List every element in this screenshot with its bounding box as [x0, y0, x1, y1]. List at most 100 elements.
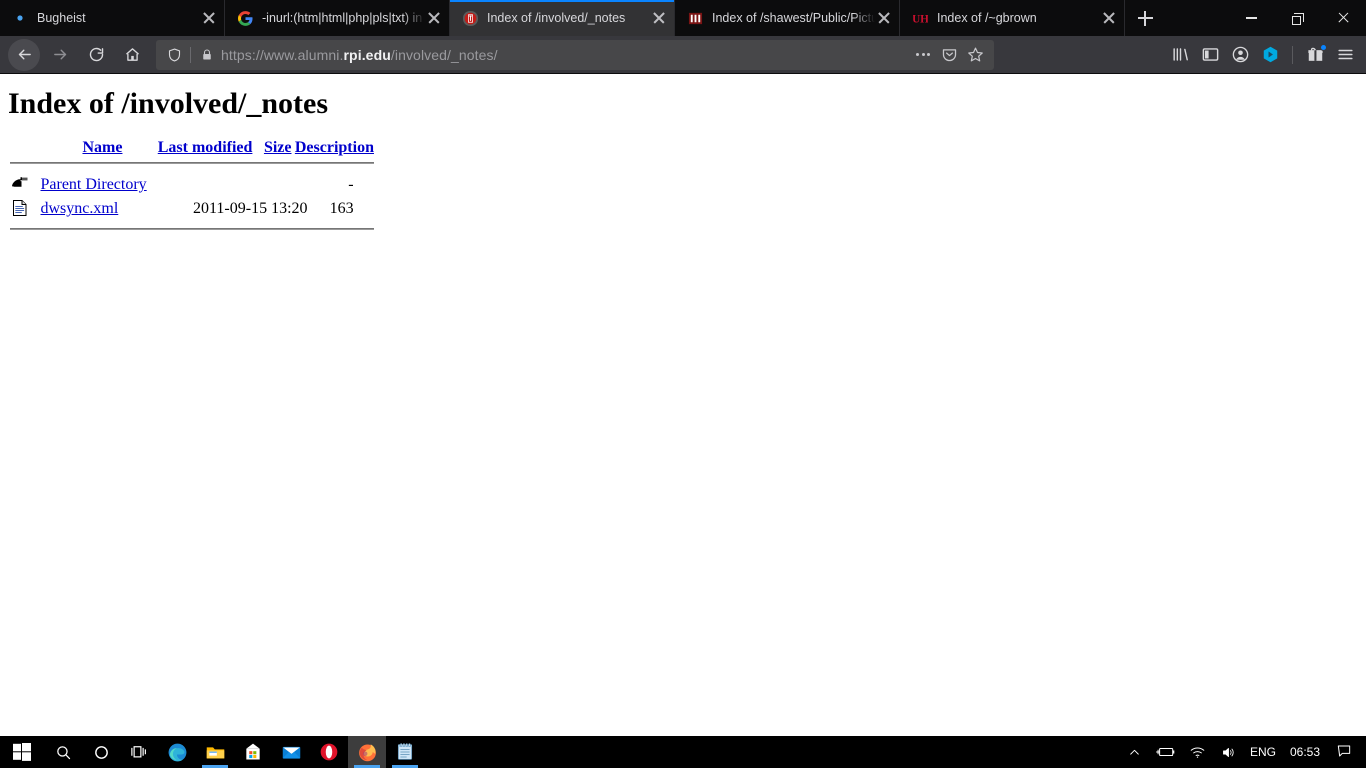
tab-list: Bugheist -inurl:(htm|html|php|pls|txt) i…: [0, 0, 1125, 36]
tab-index-of-involved-notes[interactable]: Index of /involved/_notes: [450, 0, 675, 36]
firefox-window: Bugheist -inurl:(htm|html|php|pls|txt) i…: [0, 0, 1366, 736]
home-icon[interactable]: [116, 39, 148, 71]
tab-index-of-shawest[interactable]: Index of /shawest/Public/Pictu: [675, 0, 900, 36]
tab-close-button[interactable]: [1100, 9, 1118, 27]
screen: Bugheist -inurl:(htm|html|php|pls|txt) i…: [0, 0, 1366, 768]
firefox-button[interactable]: [348, 736, 386, 768]
pocket-icon[interactable]: [936, 42, 962, 68]
tab-close-button[interactable]: [200, 9, 218, 27]
close-icon[interactable]: [1320, 0, 1366, 36]
parent-directory-icon: [10, 173, 41, 197]
account-icon[interactable]: [1225, 40, 1255, 70]
header-description: Description: [295, 139, 374, 159]
toolbar-divider: [1292, 45, 1293, 64]
text-file-icon: [10, 197, 41, 221]
header-divider: [10, 162, 374, 164]
sort-by-name-link[interactable]: Name: [82, 139, 122, 156]
minimize-icon[interactable]: [1228, 0, 1274, 36]
row-modified-cell: 2011-09-15 13:20: [193, 200, 308, 217]
gift-icon[interactable]: [1300, 40, 1330, 70]
tab-title: Index of /shawest/Public/Pictu: [712, 11, 875, 25]
notification-icon[interactable]: [1328, 743, 1362, 762]
library-icon[interactable]: [1165, 40, 1195, 70]
tracking-protection-shield-icon[interactable]: [164, 47, 184, 63]
bars-icon: [687, 10, 703, 26]
page-title: Index of /involved/_notes: [8, 87, 329, 120]
uh-icon: UH: [912, 10, 928, 26]
url-host: rpi.edu: [343, 46, 391, 63]
edge-button[interactable]: [158, 736, 196, 768]
forward-arrow-icon[interactable]: [44, 39, 76, 71]
header-last-modified: Last modified: [150, 139, 261, 159]
extension-hexagon-icon[interactable]: [1255, 40, 1285, 70]
svg-text:UH: UH: [913, 13, 928, 25]
cortana-button[interactable]: [82, 736, 120, 768]
row-size-cell: -: [348, 176, 354, 193]
opera-button[interactable]: [310, 736, 348, 768]
url-path: /involved/_notes/: [390, 46, 498, 63]
tab-index-of-gbrown[interactable]: UH Index of /~gbrown: [900, 0, 1125, 36]
directory-rows: Parent Directory - dwsync.xml 2011-09-15…: [10, 173, 374, 221]
hamburger-menu-icon[interactable]: [1330, 40, 1360, 70]
sidebar-icon[interactable]: [1195, 40, 1225, 70]
battery-charging-icon[interactable]: [1148, 736, 1182, 768]
star-icon[interactable]: [962, 42, 988, 68]
tab-title: -inurl:(htm|html|php|pls|txt) in: [262, 11, 423, 25]
padlock-icon: [199, 48, 215, 62]
notepad-button[interactable]: [386, 736, 424, 768]
row-size-cell: 163: [329, 200, 354, 217]
clock[interactable]: 06:53: [1282, 745, 1328, 759]
row-description-cell: [354, 197, 374, 221]
parent-directory-link[interactable]: Parent Directory: [41, 176, 147, 193]
sort-by-size-link[interactable]: Size: [264, 139, 292, 156]
tab-title: Index of /involved/_notes: [487, 11, 626, 25]
back-arrow-icon[interactable]: [8, 38, 40, 71]
file-link-dwsync-xml[interactable]: dwsync.xml: [41, 200, 119, 217]
microsoft-store-button[interactable]: [234, 736, 272, 768]
sort-by-modified-link[interactable]: Last modified: [158, 139, 253, 156]
wifi-icon[interactable]: [1182, 736, 1213, 768]
url-text[interactable]: https://www.alumni.rpi.edu/involved/_not…: [221, 47, 910, 63]
tab-close-button[interactable]: [875, 9, 893, 27]
ellipsis-icon[interactable]: [910, 42, 936, 68]
tab-strip: Bugheist -inurl:(htm|html|php|pls|txt) i…: [0, 0, 1366, 36]
start-button[interactable]: [0, 736, 44, 768]
restore-icon[interactable]: [1274, 0, 1320, 36]
file-explorer-button[interactable]: [196, 736, 234, 768]
search-button[interactable]: [44, 736, 82, 768]
task-view-button[interactable]: [120, 736, 158, 768]
row-description-cell: [354, 173, 374, 197]
google-icon: [237, 10, 253, 26]
table-header-row: Name Last modified Size Description: [10, 139, 374, 159]
tab-title: Index of /~gbrown: [937, 11, 1037, 25]
directory-listing: Name Last modified Size Description: [10, 139, 374, 159]
url-prefix: https://www.alumni.: [221, 46, 344, 63]
mail-button[interactable]: [272, 736, 310, 768]
chevron-up-icon[interactable]: [1121, 736, 1148, 768]
language-indicator[interactable]: ENG: [1244, 745, 1282, 759]
system-tray: ENG 06:53: [1121, 736, 1366, 768]
windows-taskbar: ENG 06:53: [0, 736, 1366, 768]
row-modified-cell: [193, 173, 315, 197]
header-icon-spacer: [10, 139, 29, 159]
reload-icon[interactable]: [80, 39, 112, 71]
tab-title: Bugheist: [37, 11, 86, 25]
window-controls: [1228, 0, 1366, 36]
new-tab-button[interactable]: [1125, 0, 1165, 36]
tab-google-search[interactable]: -inurl:(htm|html|php|pls|txt) in: [225, 0, 450, 36]
toolbar-right-buttons: [1165, 40, 1360, 70]
tab-bugheist[interactable]: Bugheist: [0, 0, 225, 36]
speaker-icon[interactable]: [1213, 736, 1244, 768]
footer-divider: [10, 228, 374, 230]
row-name-cell: Parent Directory: [41, 173, 194, 197]
tab-close-button[interactable]: [650, 9, 668, 27]
address-bar[interactable]: https://www.alumni.rpi.edu/involved/_not…: [156, 39, 994, 70]
page-content: Index of /involved/_notes Name Last modi…: [0, 75, 1366, 736]
rpi-seal-icon: [462, 10, 478, 26]
tab-close-button[interactable]: [425, 9, 443, 27]
notification-badge: [1320, 43, 1327, 51]
listing-table: Name Last modified Size Description: [10, 139, 374, 159]
sort-by-description-link[interactable]: Description: [295, 139, 374, 156]
navigation-toolbar: https://www.alumni.rpi.edu/involved/_not…: [0, 36, 1366, 74]
header-name: Name: [29, 139, 149, 159]
